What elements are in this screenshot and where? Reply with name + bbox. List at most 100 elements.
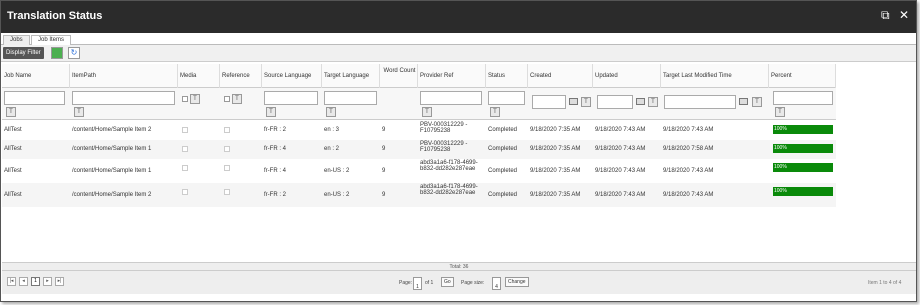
cell-src: fr-FR : 2 [264, 127, 286, 133]
cell-updated: 9/18/2020 7:43 AM [595, 127, 646, 133]
window-title: Translation Status [7, 10, 103, 22]
filter-status-input[interactable] [488, 91, 525, 105]
filter-job-name-input[interactable] [4, 91, 65, 105]
filter-icon[interactable]: T [648, 97, 658, 107]
col-updated[interactable]: Updated [593, 64, 661, 88]
next-page-button[interactable]: ▸ [43, 277, 52, 286]
percent-progress-bar: 100% [773, 125, 833, 134]
filter-media-checkbox[interactable] [182, 96, 188, 102]
filter-icon[interactable]: T [775, 107, 785, 117]
filter-icon[interactable]: T [752, 97, 762, 107]
col-status[interactable]: Status [486, 64, 528, 88]
col-target-language[interactable]: Target Language [322, 64, 380, 88]
filter-icon[interactable]: T [266, 107, 276, 117]
prev-page-button[interactable]: ◂ [19, 277, 28, 286]
page-size-label: Page size: [461, 280, 485, 286]
cell-updated: 9/18/2020 7:43 AM [595, 168, 646, 174]
restore-icon[interactable]: ⧉ [881, 8, 890, 22]
cell-tlm: 9/18/2020 7:43 AM [663, 168, 714, 174]
col-percent[interactable]: Percent [769, 64, 836, 88]
filter-icon[interactable]: T [581, 97, 591, 107]
filter-icon[interactable]: T [490, 107, 500, 117]
filter-icon[interactable]: T [6, 107, 16, 117]
cell-status: Completed [488, 168, 518, 174]
current-page-number[interactable]: 1 [31, 277, 40, 286]
cell-src: fr-FR : 4 [264, 146, 286, 152]
col-source-language[interactable]: Source Language [262, 64, 322, 88]
table-row[interactable]: AllTest/content/Home/Sample Item 1 fr-FR … [2, 140, 836, 159]
cell-src: fr-FR : 4 [264, 168, 286, 174]
col-reference[interactable]: Reference [220, 64, 262, 88]
cell-job: AllTest [4, 127, 22, 133]
title-bar: Translation Status ⧉ ✕ [1, 1, 916, 33]
filter-row: T T T T T T T T T T T T [2, 88, 836, 120]
close-icon[interactable]: ✕ [899, 8, 909, 22]
cell-tgt: en-US : 2 [324, 192, 350, 198]
filter-source-language-input[interactable] [264, 91, 318, 105]
grid-header: Job Name ItemPath Media Reference Source… [2, 64, 836, 88]
excel-export-icon[interactable] [51, 47, 63, 59]
last-page-button[interactable]: ▸| [55, 277, 64, 286]
go-button[interactable]: Go [441, 277, 454, 287]
filter-icon[interactable]: T [326, 107, 336, 117]
cell-tlm: 9/18/2020 7:58 AM [663, 146, 714, 152]
page-size-input[interactable]: 4 [492, 277, 501, 290]
cell-src: fr-FR : 2 [264, 192, 286, 198]
media-checkbox [182, 165, 188, 171]
calendar-icon[interactable] [739, 98, 748, 105]
refresh-icon[interactable]: ↻ [68, 47, 80, 59]
reference-checkbox [224, 189, 230, 195]
cell-updated: 9/18/2020 7:43 AM [595, 146, 646, 152]
filter-percent-input[interactable] [773, 91, 833, 105]
pager: |◂ ◂ 1 ▸ ▸| Page: 1 of 1 Go Page size: 4… [2, 270, 916, 294]
filter-icon[interactable]: T [74, 107, 84, 117]
item-range: Item 1 to 4 of 4 [868, 280, 902, 286]
col-created[interactable]: Created [528, 64, 593, 88]
cell-ref: PBV-000312229 - F10795238 [420, 122, 468, 134]
cell-words: 9 [382, 146, 386, 152]
percent-progress-bar: 100% [773, 163, 833, 172]
change-button[interactable]: Change [505, 277, 529, 287]
cell-path: /content/Home/Sample Item 2 [72, 127, 152, 133]
cell-created: 9/18/2020 7:35 AM [530, 146, 581, 152]
filter-updated-input[interactable] [597, 95, 633, 109]
table-row[interactable]: AllTest/content/Home/Sample Item 2 fr-FR … [2, 121, 836, 140]
cell-job: AllTest [4, 168, 22, 174]
col-word-count[interactable]: Word Count [380, 64, 418, 88]
cell-job: AllTest [4, 146, 22, 152]
display-filter-button[interactable]: Display Filter [3, 47, 44, 59]
table-row[interactable]: AllTest/content/Home/Sample Item 2 fr-FR … [2, 183, 836, 207]
table-row[interactable]: AllTest/content/Home/Sample Item 1 fr-FR … [2, 159, 836, 183]
filter-created-input[interactable] [532, 95, 566, 109]
cell-ref: abd3a1a6-f178-4699-b832-dd282e287eae [420, 160, 478, 172]
col-media[interactable]: Media [178, 64, 220, 88]
col-target-last-modified[interactable]: Target Last Modified Time [661, 64, 769, 88]
col-provider-ref[interactable]: Provider Ref [418, 64, 486, 88]
page-input[interactable]: 1 [413, 277, 422, 290]
calendar-icon[interactable] [569, 98, 578, 105]
media-checkbox [182, 146, 188, 152]
col-job-name[interactable]: Job Name [2, 64, 70, 88]
calendar-icon[interactable] [636, 98, 645, 105]
toolbar: Display Filter ↻ [1, 45, 916, 62]
filter-item-path-input[interactable] [72, 91, 175, 105]
filter-provider-ref-input[interactable] [420, 91, 482, 105]
filter-target-language-input[interactable] [324, 91, 377, 105]
cell-updated: 9/18/2020 7:43 AM [595, 192, 646, 198]
cell-path: /content/Home/Sample Item 1 [72, 146, 152, 152]
filter-icon[interactable]: T [232, 94, 242, 104]
filter-target-last-modified-input[interactable] [664, 95, 736, 109]
media-checkbox [182, 127, 188, 133]
cell-words: 9 [382, 168, 386, 174]
col-item-path[interactable]: ItemPath [70, 64, 178, 88]
filter-icon[interactable]: T [422, 107, 432, 117]
cell-path: /content/Home/Sample Item 1 [72, 168, 152, 174]
first-page-button[interactable]: |◂ [7, 277, 16, 286]
cell-created: 9/18/2020 7:35 AM [530, 192, 581, 198]
tab-jobs[interactable]: Jobs [3, 35, 30, 45]
cell-tgt: en : 3 [324, 127, 340, 133]
filter-reference-checkbox[interactable] [224, 96, 230, 102]
reference-checkbox [224, 127, 230, 133]
cell-job: AllTest [4, 192, 22, 198]
filter-icon[interactable]: T [190, 94, 200, 104]
